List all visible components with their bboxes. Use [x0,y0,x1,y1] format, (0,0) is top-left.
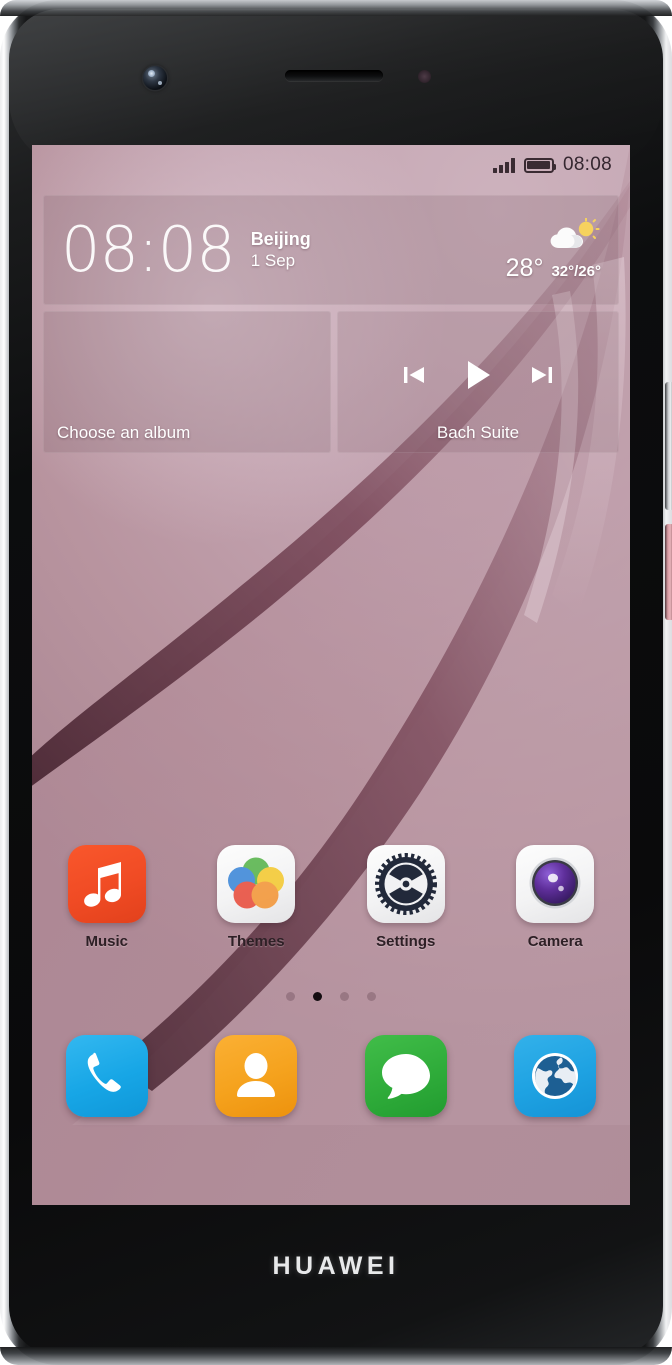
battery-icon [523,157,556,173]
status-bar: 08:08 [32,145,630,185]
media-widgets-row: Choose an album Bach Suite [43,311,619,453]
phone-rim-bottom [0,1347,672,1365]
play-icon[interactable] [461,358,495,392]
music-player-widget[interactable]: Bach Suite [337,311,619,453]
power-button[interactable] [665,524,672,620]
dock [32,1035,630,1117]
phone-icon[interactable] [65,1035,148,1117]
screenshot-root: 08:08 08:08 Beijing 1 Sep 28° 32°/26° Ch… [0,0,672,1365]
playback-controls [401,358,555,392]
partly-cloudy-icon [545,217,601,252]
clock-widget-time: 08:08 [61,213,236,286]
page-dot-1[interactable] [286,992,295,1001]
clock-widget-city: Beijing [250,229,311,249]
themes-icon[interactable] [217,845,296,923]
earpiece-speaker-icon [285,70,383,81]
widget-stack: 08:08 Beijing 1 Sep 28° 32°/26° Choose a… [43,195,619,453]
album-widget[interactable]: Choose an album [43,311,331,453]
app-camera[interactable]: Camera [500,845,610,950]
page-dot-4[interactable] [367,992,376,1001]
app-label-settings: Settings [376,933,436,950]
camera-icon[interactable] [516,845,595,923]
skip-previous-icon[interactable] [401,362,427,388]
brand-logo: HUAWEI [272,1252,400,1280]
music-widget-track: Bach Suite [436,423,520,442]
current-temperature: 28° [505,253,544,282]
contacts-icon[interactable] [215,1035,298,1117]
settings-gear-icon[interactable] [366,845,445,923]
page-dot-3[interactable] [340,992,349,1001]
globe-icon[interactable] [514,1035,597,1117]
clock-weather-widget[interactable]: 08:08 Beijing 1 Sep 28° 32°/26° [43,195,619,305]
app-settings[interactable]: Settings [351,845,461,950]
app-music[interactable]: Music [52,845,162,950]
weather-block[interactable]: 28° 32°/26° [506,217,601,283]
app-label-themes: Themes [227,933,285,950]
page-dot-2-active[interactable] [313,992,322,1001]
status-bar-clock: 08:08 [562,154,612,175]
page-indicator[interactable] [32,992,630,1001]
app-grid: Music Themes Settings Camera [32,845,630,950]
skip-next-icon[interactable] [529,362,555,388]
front-camera-icon [143,66,167,90]
signal-bars-icon [493,157,515,173]
app-label-camera: Camera [527,933,583,950]
app-label-music: Music [85,933,128,950]
proximity-sensor-icon [418,70,431,83]
message-bubble-icon[interactable] [364,1035,447,1117]
app-themes[interactable]: Themes [201,845,311,950]
album-widget-caption: Choose an album [57,423,191,442]
volume-rocker-button[interactable] [665,382,672,510]
temperature-block: 28° 32°/26° [506,254,601,283]
music-icon[interactable] [67,845,146,923]
phone-rim-top [0,0,672,16]
temperature-range: 32°/26° [551,262,601,280]
phone-screen[interactable]: 08:08 08:08 Beijing 1 Sep 28° 32°/26° Ch… [32,145,630,1205]
clock-widget-date: 1 Sep [250,251,296,270]
clock-widget-location: Beijing 1 Sep [251,230,311,270]
